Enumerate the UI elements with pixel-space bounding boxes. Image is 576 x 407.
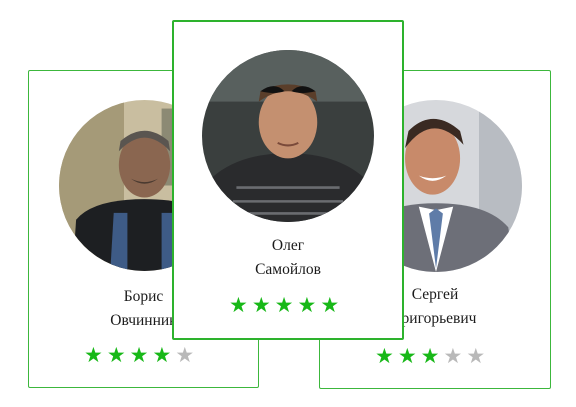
star-filled-icon: ★ (274, 293, 298, 317)
worker-last-name: Самойлов (255, 261, 321, 278)
star-filled-icon: ★ (397, 344, 421, 368)
star-filled-icon: ★ (320, 293, 344, 317)
star-filled-icon: ★ (152, 343, 176, 367)
worker-first-name: Олег (271, 237, 305, 254)
star-empty-icon: ★ (175, 343, 199, 367)
star-filled-icon: ★ (297, 293, 321, 317)
star-filled-icon: ★ (106, 343, 130, 367)
rating-stars: ★★★★★ (174, 293, 402, 317)
star-filled-icon: ★ (229, 293, 252, 317)
star-empty-icon: ★ (466, 344, 490, 368)
worker-card-oleg[interactable]: Олег Самойлов ★★★★★ (172, 20, 404, 340)
worker-name: Олег Самойлов (174, 234, 402, 282)
star-empty-icon: ★ (443, 344, 467, 368)
star-filled-icon: ★ (375, 344, 398, 368)
star-filled-icon: ★ (420, 344, 444, 368)
star-filled-icon: ★ (251, 293, 275, 317)
rating-stars: ★★★★★ (320, 344, 550, 368)
rating-stars: ★★★★★ (29, 343, 258, 367)
star-filled-icon: ★ (129, 343, 153, 367)
star-filled-icon: ★ (84, 343, 107, 367)
avatar-photo (202, 50, 374, 222)
